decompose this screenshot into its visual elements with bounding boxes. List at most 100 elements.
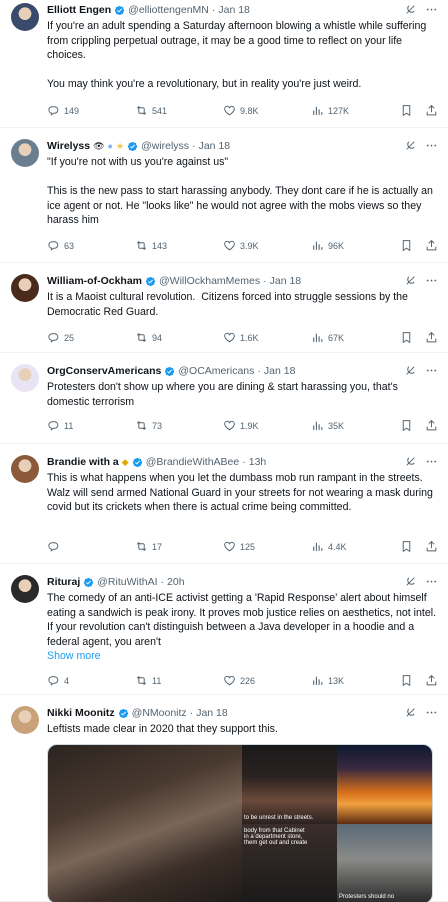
author-handle[interactable]: @NMoonitz xyxy=(132,707,187,719)
like-button[interactable]: 9.8K xyxy=(223,104,311,119)
author-name[interactable]: Elliott Engen xyxy=(47,4,111,16)
timestamp[interactable]: Jan 18 xyxy=(199,140,231,152)
author-handle[interactable]: @wirelyss xyxy=(141,140,189,152)
views-button[interactable]: 4.4K xyxy=(311,540,396,555)
grok-icon[interactable] xyxy=(404,706,417,722)
more-icon[interactable] xyxy=(425,706,438,722)
like-button[interactable]: 1.6K xyxy=(223,331,311,346)
like-button[interactable]: 3.9K xyxy=(223,239,311,254)
tweet[interactable]: William-of-Ockham @WillOckhamMemes · Jan 18… xyxy=(0,263,448,353)
author-name[interactable]: Nikki Moonitz xyxy=(47,707,115,719)
speaker-photo-2[interactable]: Protesters should no xyxy=(337,824,432,902)
author-handle[interactable]: @OCAmericans xyxy=(178,365,254,377)
avatar[interactable] xyxy=(11,274,39,302)
tweet-header: Wirelyss 👁 ● ★ @wirelyss · Jan 18 xyxy=(47,138,438,154)
repost-button[interactable]: 94 xyxy=(135,331,223,346)
author-handle[interactable]: @elliottengenMN xyxy=(128,4,209,16)
reply-button[interactable]: 11 xyxy=(47,419,135,434)
share-icon[interactable] xyxy=(425,104,438,119)
like-button[interactable]: 125 xyxy=(223,540,311,555)
tweet-text: "If you're not with us you're against us… xyxy=(47,156,433,227)
author-name[interactable]: Wirelyss xyxy=(47,140,90,152)
tweet[interactable]: Elliott Engen @elliottengenMN · Jan 18 If yo… xyxy=(0,0,448,128)
avatar[interactable] xyxy=(11,139,39,167)
share-icon[interactable] xyxy=(425,239,438,254)
bookmark-icon[interactable] xyxy=(400,419,413,434)
repost-icon xyxy=(135,419,148,434)
tweet[interactable]: Rituraj @RituWithAI · 20h The comedy of an a… xyxy=(0,564,448,695)
reply-button[interactable]: 4 xyxy=(47,674,135,689)
author-handle[interactable]: @RituWithAI xyxy=(97,576,157,588)
reply-button[interactable] xyxy=(47,540,135,555)
author-name[interactable]: OrgConservAmericans xyxy=(47,365,161,377)
views-button-count: 4.4K xyxy=(328,542,347,552)
views-button[interactable]: 13K xyxy=(311,674,396,689)
bookmark-icon[interactable] xyxy=(400,540,413,555)
bookmark-icon[interactable] xyxy=(400,331,413,346)
views-button[interactable]: 35K xyxy=(311,419,396,434)
avatar[interactable] xyxy=(11,455,39,483)
timestamp[interactable]: Jan 18 xyxy=(264,365,296,377)
repost-button[interactable]: 541 xyxy=(135,104,223,119)
more-icon[interactable] xyxy=(425,575,438,591)
reply-button[interactable]: 25 xyxy=(47,331,135,346)
grok-icon[interactable] xyxy=(404,139,417,155)
avatar[interactable] xyxy=(11,706,39,734)
repost-button[interactable]: 17 xyxy=(135,540,223,555)
news-still-photo[interactable]: body from that Cabinet in a department s… xyxy=(242,824,337,902)
crowd-photo[interactable] xyxy=(48,745,242,902)
timestamp[interactable]: Jan 18 xyxy=(218,4,250,16)
fire-photo[interactable] xyxy=(337,745,432,824)
views-button[interactable]: 67K xyxy=(311,331,396,346)
author-name[interactable]: William-of-Ockham xyxy=(47,275,142,287)
share-icon[interactable] xyxy=(425,540,438,555)
timestamp[interactable]: 13h xyxy=(249,456,267,468)
speech-bubble-emoji: ● xyxy=(107,141,113,151)
tweet[interactable]: Wirelyss 👁 ● ★ @wirelyss · Jan 18 "If you're no… xyxy=(0,128,448,263)
more-icon[interactable] xyxy=(425,274,438,290)
views-button[interactable]: 96K xyxy=(311,239,396,254)
bookmark-icon[interactable] xyxy=(400,239,413,254)
repost-button[interactable]: 73 xyxy=(135,419,223,434)
more-icon[interactable] xyxy=(425,139,438,155)
more-icon[interactable] xyxy=(425,3,438,19)
show-more-link[interactable]: Show more xyxy=(47,649,438,663)
share-icon[interactable] xyxy=(425,419,438,434)
heart-icon xyxy=(223,419,236,434)
bookmark-icon[interactable] xyxy=(400,674,413,689)
tweet[interactable]: Brandie with a ◆ @BrandieWithABee · 13h This … xyxy=(0,444,448,564)
reply-button[interactable]: 63 xyxy=(47,239,135,254)
author-name[interactable]: Rituraj xyxy=(47,576,80,588)
share-icon[interactable] xyxy=(425,331,438,346)
avatar[interactable] xyxy=(11,364,39,392)
share-icon[interactable] xyxy=(425,674,438,689)
grok-icon[interactable] xyxy=(404,274,417,290)
timestamp[interactable]: Jan 18 xyxy=(196,707,228,719)
tweet-text: Protesters don't show up where you are d… xyxy=(47,381,401,408)
avatar[interactable] xyxy=(11,3,39,31)
views-button[interactable]: 127K xyxy=(311,104,396,119)
bookmark-icon[interactable] xyxy=(400,104,413,119)
tweet[interactable]: OrgConservAmericans @OCAmericans · Jan 18 Pr… xyxy=(0,353,448,444)
more-icon[interactable] xyxy=(425,364,438,380)
grok-icon[interactable] xyxy=(404,575,417,591)
author-handle[interactable]: @WillOckhamMemes xyxy=(159,275,260,287)
avatar[interactable] xyxy=(11,575,39,603)
more-icon[interactable] xyxy=(425,455,438,471)
repost-button[interactable]: 143 xyxy=(135,239,223,254)
timestamp[interactable]: Jan 18 xyxy=(270,275,302,287)
author-name[interactable]: Brandie with a xyxy=(47,456,119,468)
timestamp[interactable]: 20h xyxy=(167,576,185,588)
grok-icon[interactable] xyxy=(404,455,417,471)
repost-button[interactable]: 11 xyxy=(135,674,223,689)
tweet-media[interactable]: to be unrest in the streets. body from th… xyxy=(47,744,433,902)
grok-icon[interactable] xyxy=(404,364,417,380)
like-button[interactable]: 1.9K xyxy=(223,419,311,434)
tweet[interactable]: Nikki Moonitz @NMoonitz · Jan 18 Leftists ma… xyxy=(0,695,448,902)
verified-badge-icon xyxy=(132,457,143,468)
speaker-photo[interactable]: to be unrest in the streets. xyxy=(242,745,337,824)
grok-icon[interactable] xyxy=(404,3,417,19)
reply-button[interactable]: 149 xyxy=(47,104,135,119)
like-button[interactable]: 226 xyxy=(223,674,311,689)
author-handle[interactable]: @BrandieWithABee xyxy=(146,456,240,468)
